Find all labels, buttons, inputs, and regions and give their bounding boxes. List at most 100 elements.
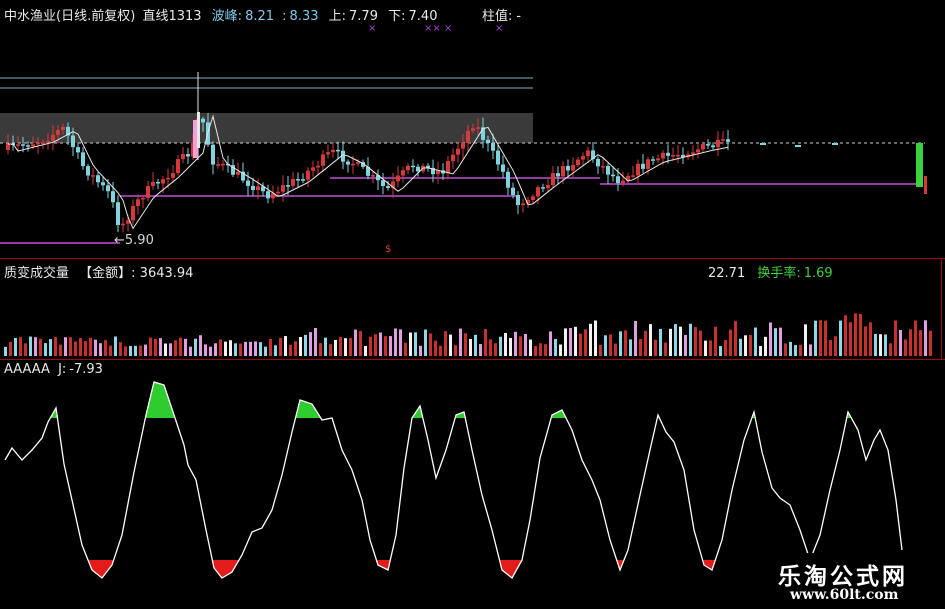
candle-body [371, 175, 375, 177]
volume-bar [754, 327, 757, 356]
volume-panel: 质变成交量 【金额】: 3643.94 22.71 换手率: 1.69 [0, 258, 945, 360]
volume-bar [824, 320, 827, 356]
volume-bar [414, 332, 417, 356]
volume-bar [164, 343, 167, 356]
volume-bar [624, 330, 627, 356]
candle-body [216, 164, 220, 166]
candle-body [676, 154, 680, 157]
volume-bar [309, 332, 312, 356]
volume-bar [44, 343, 47, 356]
wave-label: 波峰: [211, 9, 243, 24]
candle-body [641, 163, 645, 169]
candle-body [701, 144, 705, 150]
volume-bar [399, 329, 402, 356]
volume-bar [609, 334, 612, 356]
candle-body [71, 135, 75, 148]
volume-bar [459, 328, 462, 356]
candle-body [556, 173, 560, 177]
volume-bar [324, 337, 327, 356]
volume-bar [544, 344, 547, 356]
j-value: -7.93 [69, 362, 103, 377]
candle-body [466, 130, 470, 144]
volume-bar [479, 344, 482, 356]
candle-body [356, 162, 360, 164]
header-overlay [236, 266, 706, 280]
candle-body [16, 144, 20, 146]
candle-body [461, 143, 465, 149]
volume-bar [589, 323, 592, 356]
volume-bar [284, 336, 287, 356]
volume-bar [674, 324, 677, 356]
volume-bar [184, 338, 187, 356]
volume-bar [499, 336, 502, 356]
candle-body [561, 165, 565, 177]
candle-body [141, 197, 145, 200]
volume-bar [869, 322, 872, 356]
volume-bar [429, 333, 432, 356]
volume-bar [169, 343, 172, 356]
volume-bar [834, 336, 837, 356]
stock-name[interactable]: 中水渔业 [4, 9, 56, 24]
j-line [4, 381, 903, 579]
volume-bar [254, 341, 257, 356]
volume-bar [114, 336, 117, 356]
volume-bar [59, 344, 62, 356]
volume-bar [579, 333, 582, 356]
volume-bar [584, 329, 587, 356]
volume-bar [799, 344, 802, 356]
volume-bar [564, 328, 567, 356]
volume-bar [199, 335, 202, 356]
turnover-label: 换手率: [757, 266, 801, 281]
wave-b-value: 8.33 [289, 9, 319, 24]
volume-bar [909, 329, 912, 356]
volume-bar [179, 337, 182, 356]
volume-bar [4, 346, 7, 356]
candle-body [41, 142, 45, 145]
stock-mode: (日线.前复权) [56, 9, 136, 24]
volume-bar [664, 342, 667, 356]
volume-bar [494, 343, 497, 356]
candle-body [616, 176, 620, 184]
candle-body [211, 144, 215, 165]
volume-bar [464, 333, 467, 356]
volume-bar [714, 326, 717, 356]
volume-bar [189, 346, 192, 356]
volume-bar [279, 337, 282, 356]
hidden-fragment-value: 22.71 [708, 266, 746, 281]
price-header: 中水渔业(日线.前复权) 直线1313 波峰: 8.21 :8.33 上: 7.79… [4, 9, 437, 25]
candle-body [316, 165, 320, 168]
candle-body [416, 166, 420, 172]
candle-body [36, 142, 40, 145]
volume-bar [744, 335, 747, 356]
volume-bar [679, 326, 682, 356]
candle-body [276, 191, 280, 194]
candle-body [346, 161, 350, 165]
volume-bar [779, 327, 782, 356]
candle-body [711, 145, 715, 148]
stock-extra: 直线1313 [142, 9, 202, 24]
candle-body [666, 152, 670, 156]
volume-bar [864, 326, 867, 356]
volume-bar [214, 343, 217, 356]
volume-bar [654, 339, 657, 356]
volume-bar [229, 340, 232, 356]
candle-body [296, 178, 300, 181]
candle-body [116, 202, 120, 226]
candle-body [21, 144, 25, 146]
volume-bar [74, 341, 77, 356]
volume-indicator-name[interactable]: 质变成交量 [4, 266, 69, 281]
indicator-name[interactable]: AAAAA [4, 362, 50, 377]
candle-body [351, 163, 355, 166]
volume-bar [409, 332, 412, 356]
volume-bar [794, 345, 797, 356]
volume-bar [94, 339, 97, 356]
volume-bar [419, 345, 422, 356]
volume-bar [14, 337, 17, 356]
candle-body [186, 154, 190, 157]
candle-body [81, 152, 85, 167]
volume-bar [314, 328, 317, 356]
volume-bar [689, 323, 692, 356]
candle-body [516, 195, 520, 206]
candle-body [161, 179, 165, 184]
candle-body [136, 199, 140, 207]
